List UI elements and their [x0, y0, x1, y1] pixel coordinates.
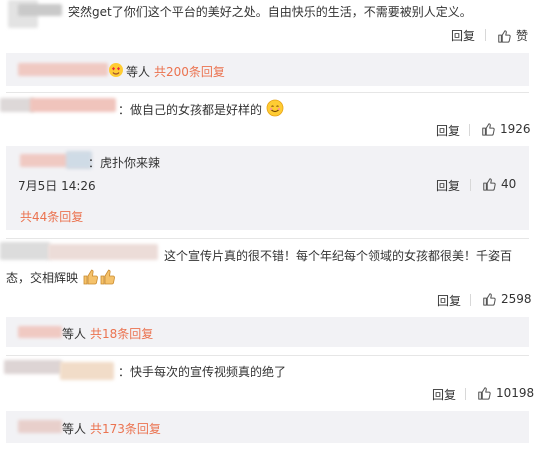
comment-text-line2: 态，交相辉映 [6, 267, 118, 288]
comment-text: 突然get了你们这个平台的美好之处。自由快乐的生活，不需要被别人定义。 [68, 5, 472, 19]
reply-button[interactable]: 回复 [432, 386, 456, 403]
thumbs-up-icon [498, 30, 511, 43]
view-replies-link[interactable]: 共18条回复 [90, 325, 153, 342]
comment-divider [6, 355, 529, 356]
thumbs-up-icon [482, 123, 495, 136]
username[interactable] [60, 362, 114, 380]
comment-text-line1: 这个宣传片真的很不错！每个年纪每个领域的女孩都很美！千姿百 [164, 249, 513, 263]
like-button[interactable]: 40 [482, 177, 516, 191]
reply-summary-prefix: 等人 [62, 422, 87, 436]
like-button[interactable]: 1926 [481, 122, 531, 136]
like-button[interactable]: 赞 [497, 27, 528, 44]
reply-button[interactable]: 回复 [436, 122, 460, 139]
view-replies-link[interactable]: 共173条回复 [90, 420, 161, 437]
like-label: 赞 [516, 29, 529, 43]
reply-button[interactable]: 回复 [437, 292, 461, 309]
view-replies-link[interactable]: 共200条回复 [154, 63, 225, 80]
thumbs-up-icon [478, 387, 491, 400]
like-button[interactable]: 10198 [477, 386, 534, 400]
sub-reply-time: 7月5日 14:26 [18, 179, 96, 193]
smile-emoji [266, 99, 284, 120]
thumbs-up-emoji [82, 267, 118, 288]
divider [469, 124, 470, 136]
username[interactable] [18, 4, 62, 16]
username[interactable] [48, 244, 158, 260]
like-count: 40 [501, 177, 517, 191]
reply-summary-box: 等人 共173条回复 [6, 411, 529, 443]
like-count: 1926 [500, 122, 531, 136]
comment-divider [6, 238, 529, 239]
avatar[interactable] [4, 360, 62, 374]
reply-summary-prefix: 等人 [62, 327, 87, 341]
thumbs-up-icon [483, 293, 496, 306]
comment-text: ：做自己的女孩都是好样的 [118, 99, 284, 120]
like-count: 2598 [501, 292, 532, 306]
avatar[interactable] [0, 98, 34, 112]
reply-summary-box: 等人 共200条回复 [6, 53, 529, 86]
username[interactable] [30, 98, 116, 112]
divider [470, 179, 471, 191]
replier-names [18, 63, 108, 76]
replier-names [18, 326, 62, 338]
reply-summary-prefix: 等人 [126, 65, 151, 79]
comment-text: ：快手每次的宣传视频真的绝了 [118, 365, 287, 379]
replier-names [18, 420, 62, 433]
view-replies-link[interactable]: 共44条回复 [20, 208, 83, 225]
reply-summary-box: 共44条回复 [6, 200, 529, 230]
like-button[interactable]: 2598 [482, 292, 532, 306]
sub-reply: ：虎扑你来辣 7月5日 14:26 回复 40 [6, 146, 529, 200]
avatar[interactable] [0, 242, 50, 260]
like-count: 10198 [496, 386, 535, 400]
divider [485, 29, 486, 41]
reply-summary-box: 等人 共18条回复 [6, 317, 529, 347]
thumbs-up-icon [483, 178, 496, 191]
heart-eyes-emoji [108, 62, 124, 81]
reply-button[interactable]: 回复 [436, 177, 460, 194]
divider [470, 294, 471, 306]
comment-divider [6, 92, 529, 93]
sub-reply-text: ：虎扑你来辣 [88, 156, 161, 170]
divider [465, 388, 466, 400]
reply-button[interactable]: 回复 [451, 27, 475, 44]
